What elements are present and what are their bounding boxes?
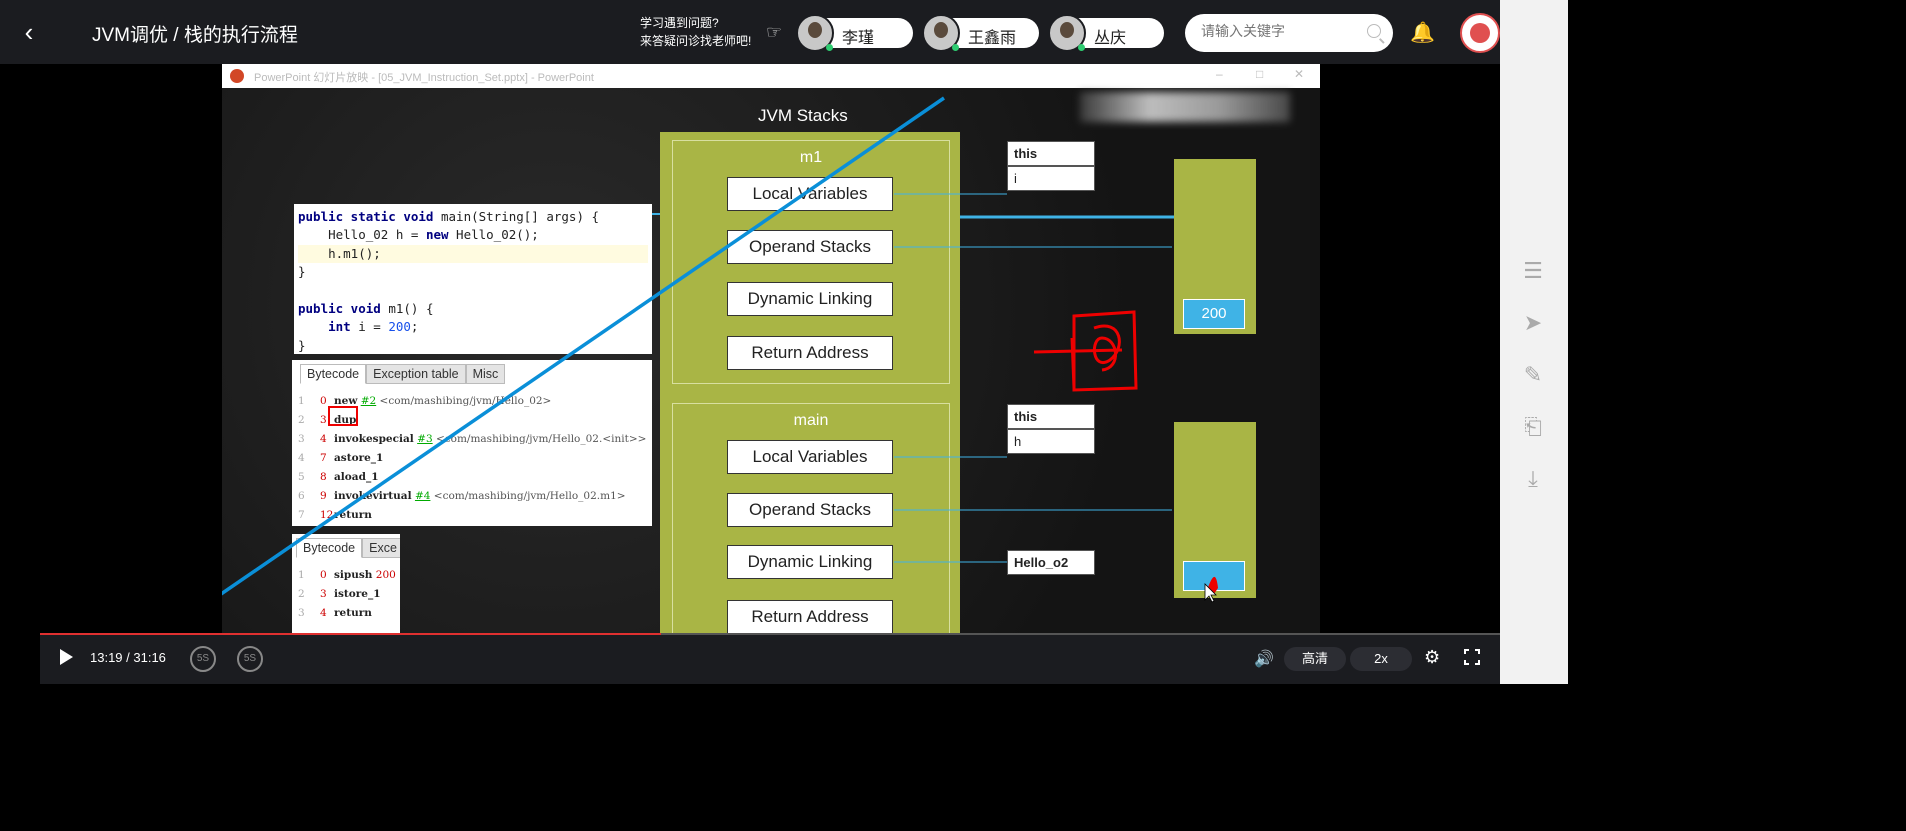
gear-icon[interactable]: ⚙ — [1424, 647, 1440, 668]
inbox-icon[interactable]: ⎗ — [1520, 414, 1546, 440]
annotation-arrow — [222, 96, 945, 596]
teacher-name: 丛庆 — [1094, 30, 1127, 47]
teacher-chip-3[interactable]: 丛庆 — [1048, 14, 1164, 52]
bell-icon[interactable]: 🔔 — [1410, 20, 1435, 46]
search-box[interactable] — [1185, 14, 1393, 52]
search-icon[interactable] — [1367, 24, 1381, 38]
forward-5s-button[interactable]: 5S — [237, 646, 263, 672]
qa-line-2: 来答疑问诊找老师吧! — [640, 34, 752, 48]
slide-annotations — [222, 96, 1218, 603]
online-dot — [826, 44, 833, 51]
volume-icon[interactable]: 🔊 — [1254, 649, 1274, 669]
time-display: 13:19 / 31:16 — [90, 650, 166, 665]
top-bar: ‹ JVM调优 / 栈的执行流程 学习遇到问题? 来答疑问诊找老师吧! ☞ 李瑾… — [0, 0, 1500, 64]
page-title: JVM调优 / 栈的执行流程 — [92, 25, 298, 46]
speed-button[interactable]: 2x — [1350, 647, 1412, 671]
connector-lines — [894, 193, 1172, 563]
edit-icon[interactable]: ✎ — [1520, 362, 1546, 388]
teacher-chip-1[interactable]: 李瑾 — [796, 14, 913, 52]
player-controls: 13:19 / 31:16 5S 5S 🔊 高清 2x ⚙ — [40, 635, 1500, 684]
maximize-icon: □ — [1256, 67, 1264, 81]
teacher-name: 王鑫雨 — [968, 30, 1017, 47]
teacher-name: 李瑾 — [842, 30, 875, 47]
qa-line-1: 学习遇到问题? — [640, 16, 719, 30]
quality-button[interactable]: 高清 — [1284, 647, 1346, 671]
ppt-window-titlebar: PowerPoint 幻灯片放映 - [05_JVM_Instruction_S… — [222, 64, 1320, 88]
pointing-hand-icon: ☞ — [766, 22, 783, 42]
back-button[interactable]: ‹ — [14, 18, 44, 48]
red-scribble — [1033, 310, 1138, 392]
play-icon[interactable] — [60, 649, 73, 665]
send-icon[interactable]: ➤ — [1520, 310, 1546, 336]
online-dot — [952, 44, 959, 51]
qa-prompt[interactable]: 学习遇到问题? 来答疑问诊找老师吧! — [640, 14, 751, 50]
online-dot — [1078, 44, 1085, 51]
powerpoint-logo-icon — [230, 69, 244, 83]
chevron-left-icon: ‹ — [24, 17, 34, 47]
user-avatar[interactable] — [1460, 13, 1500, 53]
minimize-icon: – — [1216, 67, 1223, 81]
slide: public static void main(String[] args) {… — [222, 88, 1320, 634]
video-player[interactable]: PowerPoint 幻灯片放映 - [05_JVM_Instruction_S… — [0, 64, 1500, 634]
download-icon[interactable]: ⤓ — [1520, 466, 1546, 492]
rewind-5s-button[interactable]: 5S — [190, 646, 216, 672]
list-icon[interactable]: ☰ — [1520, 258, 1546, 284]
close-icon: ✕ — [1294, 67, 1305, 81]
right-sidebar: ☰ ➤ ✎ ⎗ ⤓ — [1500, 0, 1568, 684]
search-input[interactable] — [1201, 23, 1361, 39]
teacher-chip-2[interactable]: 王鑫雨 — [922, 14, 1039, 52]
fullscreen-icon[interactable] — [1463, 648, 1481, 666]
ppt-window-title: PowerPoint 幻灯片放映 - [05_JVM_Instruction_S… — [254, 72, 594, 84]
